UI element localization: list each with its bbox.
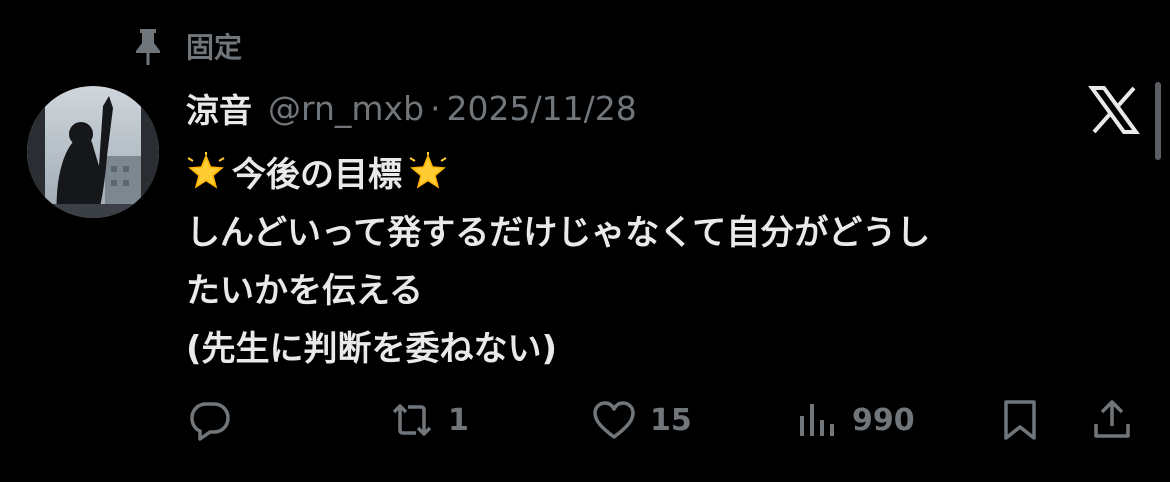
- heart-icon: [593, 401, 635, 439]
- share-button[interactable]: [1088, 392, 1136, 448]
- post-line-1: 今後の目標: [186, 146, 1146, 204]
- post-line-1-text: 今後の目標: [232, 155, 402, 195]
- pinned-indicator: 固定: [130, 26, 242, 66]
- post-date[interactable]: 2025/11/28: [447, 89, 637, 128]
- pin-icon: [130, 26, 166, 66]
- views-button[interactable]: 990: [792, 392, 915, 448]
- post-line-4: (先生に判断を委ねない): [186, 329, 558, 369]
- repost-button[interactable]: 1: [388, 392, 469, 448]
- post-header: 涼音 @rn_mxb · 2025/11/28: [186, 84, 637, 132]
- scrollbar[interactable]: [1155, 82, 1161, 160]
- post-body: 今後の目標 しんどいって発するだけじゃなくて自分がどうし たいかを伝える (先生…: [186, 146, 1146, 378]
- bookmark-button[interactable]: [996, 392, 1044, 448]
- like-count: 15: [650, 402, 692, 438]
- like-button[interactable]: 15: [590, 392, 692, 448]
- separator-dot: ·: [430, 88, 441, 128]
- repost-icon: [392, 404, 432, 436]
- repost-count: 1: [448, 402, 469, 438]
- post-line-3: たいかを伝える: [186, 271, 423, 311]
- views-count: 990: [852, 402, 915, 438]
- reply-button[interactable]: [186, 392, 234, 448]
- bookmark-icon: [1004, 400, 1036, 440]
- glowing-star-icon: [408, 152, 448, 192]
- pinned-label: 固定: [186, 31, 243, 64]
- x-logo-icon: [1088, 84, 1140, 136]
- glowing-star-icon: [186, 152, 226, 192]
- reply-icon: [190, 402, 230, 441]
- avatar[interactable]: [27, 86, 159, 218]
- action-bar: 1 15 990: [0, 392, 1170, 448]
- user-handle[interactable]: @rn_mxb: [268, 89, 424, 128]
- share-icon: [1094, 400, 1130, 438]
- post-line-2: しんどいって発するだけじゃなくて自分がどうし: [186, 213, 931, 253]
- display-name[interactable]: 涼音: [186, 84, 252, 132]
- views-icon: [800, 404, 834, 436]
